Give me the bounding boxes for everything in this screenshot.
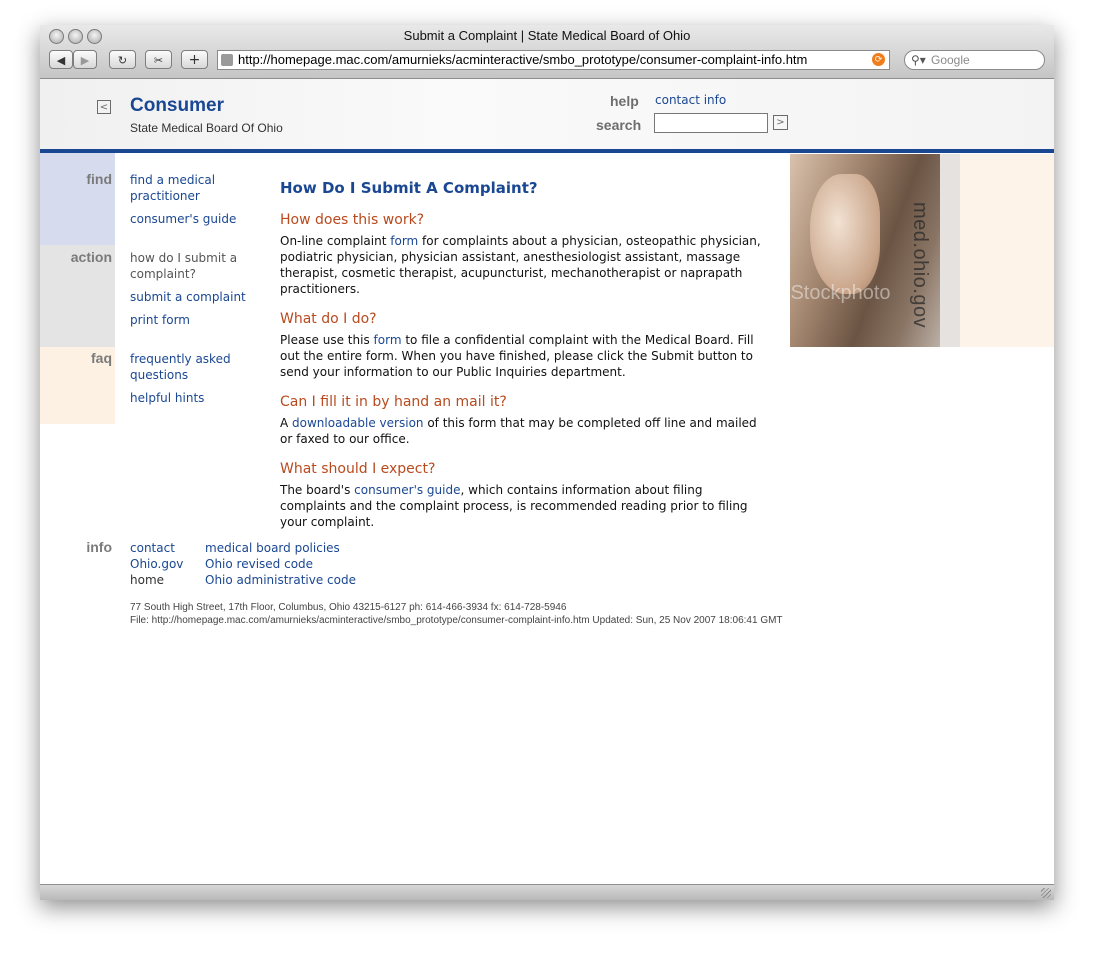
back-arrow-icon[interactable]: < [97, 100, 111, 114]
nav-helpful-hints[interactable]: helpful hints [130, 390, 250, 406]
form-link[interactable]: form [390, 234, 418, 248]
info-label: info [86, 539, 112, 555]
status-bar [40, 884, 1054, 900]
photo-watermark: iStockphoto [790, 282, 891, 304]
footer-address: 77 South High Street, 17th Floor, Columb… [130, 602, 567, 613]
nav-current-page: how do I submit a complaint? [130, 251, 238, 281]
section-heading: What do I do? [280, 311, 377, 327]
site-search-input[interactable] [654, 113, 768, 133]
section-text: Please use this form to file a confident… [280, 332, 765, 380]
text-segment: On-line complaint [280, 234, 391, 248]
main-content: How Do I Submit A Complaint? How does th… [280, 179, 765, 544]
section-heading: How does this work? [280, 212, 425, 228]
address-bar[interactable]: http://homepage.mac.com/amurnieks/acmint… [217, 50, 890, 70]
nav-consumers-guide[interactable]: consumer's guide [130, 211, 250, 227]
page-viewport[interactable]: < Consumer State Medical Board Of Ohio h… [40, 79, 1054, 884]
google-search-field[interactable]: ⚲▾ Google [904, 50, 1045, 70]
add-bookmark-button[interactable]: + [181, 50, 208, 69]
page-title: How Do I Submit A Complaint? [280, 179, 538, 197]
contact-info-link[interactable]: contact info [655, 93, 726, 107]
faq-label: faq [91, 350, 112, 366]
search-go-button[interactable]: > [773, 115, 788, 130]
nav-print-form[interactable]: print form [130, 312, 250, 328]
find-band [40, 153, 115, 245]
face-image [810, 174, 880, 294]
search-label: search [596, 117, 642, 133]
text-segment: The board's [280, 483, 355, 497]
site-icon [221, 54, 233, 66]
page-header: < Consumer State Medical Board Of Ohio h… [40, 79, 1054, 153]
resize-grip-icon[interactable] [1041, 888, 1051, 898]
google-search-placeholder: Google [931, 53, 970, 67]
form-link[interactable]: form [374, 333, 402, 347]
search-icon: ⚲▾ [911, 53, 926, 67]
nav-submit-complaint[interactable]: submit a complaint [130, 289, 250, 305]
url-text: http://homepage.mac.com/amurnieks/acmint… [238, 52, 808, 67]
footer-revised-code-link[interactable]: Ohio revised code [205, 556, 313, 572]
text-segment: A [280, 416, 293, 430]
downloadable-version-link[interactable]: downloadable version [292, 416, 423, 430]
site-title: Consumer [130, 95, 224, 116]
side-strip [960, 154, 1054, 347]
footer-file-info: File: http://homepage.mac.com/amurnieks/… [130, 615, 783, 626]
action-label: action [70, 249, 112, 265]
browser-toolbar: Submit a Complaint | State Medical Board… [40, 25, 1054, 79]
footer-contact-link[interactable]: contact [130, 540, 175, 556]
footer-ohio-gov-link[interactable]: Ohio.gov [130, 556, 183, 572]
section-text: The board's consumer's guide, which cont… [280, 482, 765, 530]
footer-policies-link[interactable]: medical board policies [205, 540, 340, 556]
browser-window: Submit a Complaint | State Medical Board… [40, 25, 1054, 900]
header-photo: iStockphoto med.ohio.gov [790, 154, 940, 347]
footer-home: home [130, 573, 165, 587]
consumers-guide-link[interactable]: consumer's guide [354, 483, 460, 497]
section-heading: What should I expect? [280, 461, 436, 477]
window-title: Submit a Complaint | State Medical Board… [403, 28, 691, 43]
side-strip [940, 154, 960, 347]
section-text: A downloadable version of this form that… [280, 415, 765, 447]
find-label: find [86, 171, 112, 187]
reload-button[interactable]: ↻ [109, 50, 136, 69]
nav-faq[interactable]: frequently asked questions [130, 351, 250, 383]
back-button[interactable]: ◀ [49, 50, 73, 69]
site-subtitle: State Medical Board Of Ohio [130, 121, 283, 135]
help-label: help [610, 93, 639, 109]
nav-find-practitioner[interactable]: find a medical practitioner [130, 172, 250, 204]
footer-admin-code-link[interactable]: Ohio administrative code [205, 572, 356, 588]
text-segment: Please use this [280, 333, 374, 347]
section-heading: Can I fill it in by hand an mail it? [280, 394, 507, 410]
snapback-button[interactable]: ✂ [145, 50, 172, 69]
photo-vertical-text: med.ohio.gov [909, 202, 931, 329]
section-text: On-line complaint form for complaints ab… [280, 233, 765, 297]
rss-icon[interactable]: ⟳ [872, 53, 885, 66]
forward-button[interactable]: ▶ [73, 50, 97, 69]
